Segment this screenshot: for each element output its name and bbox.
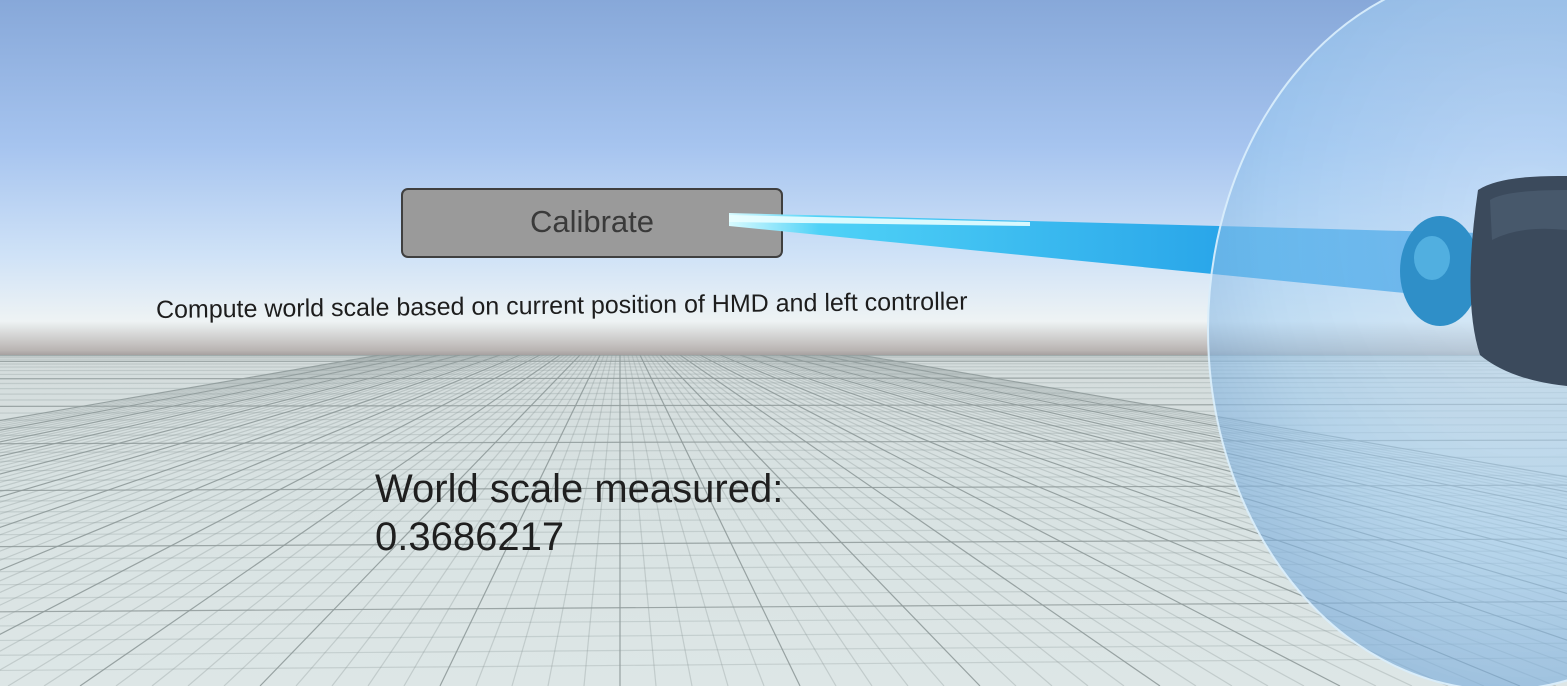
calibrate-button-label: Calibrate — [529, 204, 655, 239]
grid-line — [0, 377, 1567, 380]
calibrate-button[interactable]: Calibrate — [401, 188, 783, 258]
grid-line — [0, 373, 1567, 376]
grid-line — [0, 515, 1567, 524]
grid-line — [0, 369, 1567, 372]
grid-line — [0, 600, 1567, 613]
grid-line — [0, 628, 1567, 642]
vr-scene: Calibrate Compute world scale based on c… — [0, 0, 1567, 686]
grid-line — [0, 474, 1567, 482]
floor-grid — [0, 355, 1567, 686]
world-scale-value: 0.3686217 — [375, 515, 565, 559]
grid-line — [0, 574, 1567, 586]
grid-line — [0, 550, 1567, 560]
grid-line — [0, 504, 1567, 513]
grid-line — [0, 424, 1567, 429]
grid-line — [0, 526, 1567, 536]
world-scale-label: World scale measured: — [375, 467, 784, 511]
grid-line — [0, 538, 1567, 548]
grid-line — [0, 484, 1567, 492]
